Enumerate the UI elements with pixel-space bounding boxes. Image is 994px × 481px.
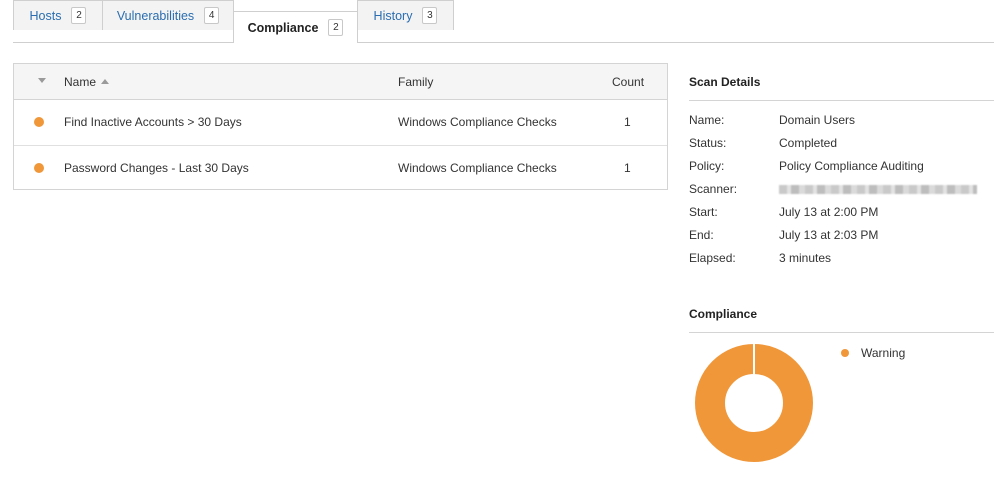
- tab-label: Hosts: [29, 8, 62, 23]
- row-count: 1: [624, 161, 631, 175]
- warning-status-dot-icon: [34, 117, 44, 127]
- column-header-count[interactable]: Count: [612, 75, 644, 89]
- tab-label: Compliance: [247, 20, 319, 35]
- count-badge: 3: [422, 7, 438, 24]
- tab-hosts[interactable]: Hosts 2: [13, 0, 103, 30]
- chart-legend: Warning: [841, 346, 905, 360]
- detail-key: Elapsed:: [689, 251, 736, 265]
- detail-value: Completed: [779, 136, 838, 150]
- row-count: 1: [624, 115, 631, 129]
- detail-status: Status: Completed: [689, 136, 989, 152]
- compliance-table: Name Family Count Find Inactive Accounts…: [13, 63, 668, 190]
- detail-key: End:: [689, 228, 714, 242]
- column-header-family[interactable]: Family: [398, 75, 433, 89]
- detail-value: July 13 at 2:00 PM: [779, 205, 879, 219]
- tab-label: History: [373, 8, 413, 23]
- detail-key: Scanner:: [689, 182, 738, 196]
- detail-value: July 13 at 2:03 PM: [779, 228, 879, 242]
- row-name: Password Changes - Last 30 Days: [64, 161, 249, 175]
- detail-key: Start:: [689, 205, 718, 219]
- warning-status-dot-icon: [34, 163, 44, 173]
- detail-value: 3 minutes: [779, 251, 832, 265]
- detail-elapsed: Elapsed: 3 minutes: [689, 251, 989, 267]
- detail-name: Name: Domain Users: [689, 113, 989, 129]
- divider: [689, 332, 994, 333]
- detail-key: Policy:: [689, 159, 725, 173]
- detail-scanner: Scanner:: [689, 182, 989, 198]
- count-badge: 4: [204, 7, 220, 24]
- compliance-donut-chart: [695, 344, 813, 462]
- detail-policy: Policy: Policy Compliance Auditing: [689, 159, 989, 175]
- count-badge: 2: [328, 19, 344, 36]
- detail-value: Domain Users: [779, 113, 856, 127]
- divider: [689, 100, 994, 101]
- legend-warning-label: Warning: [861, 346, 906, 360]
- column-header-label: Name: [64, 75, 97, 89]
- table-row[interactable]: Find Inactive Accounts > 30 Days Windows…: [14, 100, 667, 146]
- row-name: Find Inactive Accounts > 30 Days: [64, 115, 242, 129]
- tab-label: Vulnerabilities: [116, 8, 195, 23]
- detail-key: Status:: [689, 136, 727, 150]
- detail-value: Policy Compliance Auditing: [779, 159, 924, 173]
- compliance-title: Compliance: [689, 307, 758, 321]
- detail-key: Name:: [689, 113, 725, 127]
- count-badge: 2: [71, 7, 87, 24]
- select-dropdown-icon[interactable]: [38, 78, 46, 83]
- row-family: Windows Compliance Checks: [398, 115, 557, 129]
- tab-compliance[interactable]: Compliance 2: [233, 11, 358, 43]
- row-family: Windows Compliance Checks: [398, 161, 557, 175]
- legend-warning-swatch: [841, 349, 849, 357]
- detail-start: Start: July 13 at 2:00 PM: [689, 205, 989, 221]
- column-header-name[interactable]: Name: [64, 75, 110, 89]
- detail-end: End: July 13 at 2:03 PM: [689, 228, 989, 244]
- table-header: Name Family Count: [14, 64, 667, 100]
- tab-history[interactable]: History 3: [357, 0, 454, 30]
- redacted-value: [779, 185, 977, 194]
- sort-ascending-icon: [101, 79, 110, 84]
- table-row[interactable]: Password Changes - Last 30 Days Windows …: [14, 146, 667, 191]
- tab-vulnerabilities[interactable]: Vulnerabilities 4: [102, 0, 234, 30]
- scan-details-title: Scan Details: [689, 75, 761, 89]
- tab-bar-baseline: [13, 42, 994, 43]
